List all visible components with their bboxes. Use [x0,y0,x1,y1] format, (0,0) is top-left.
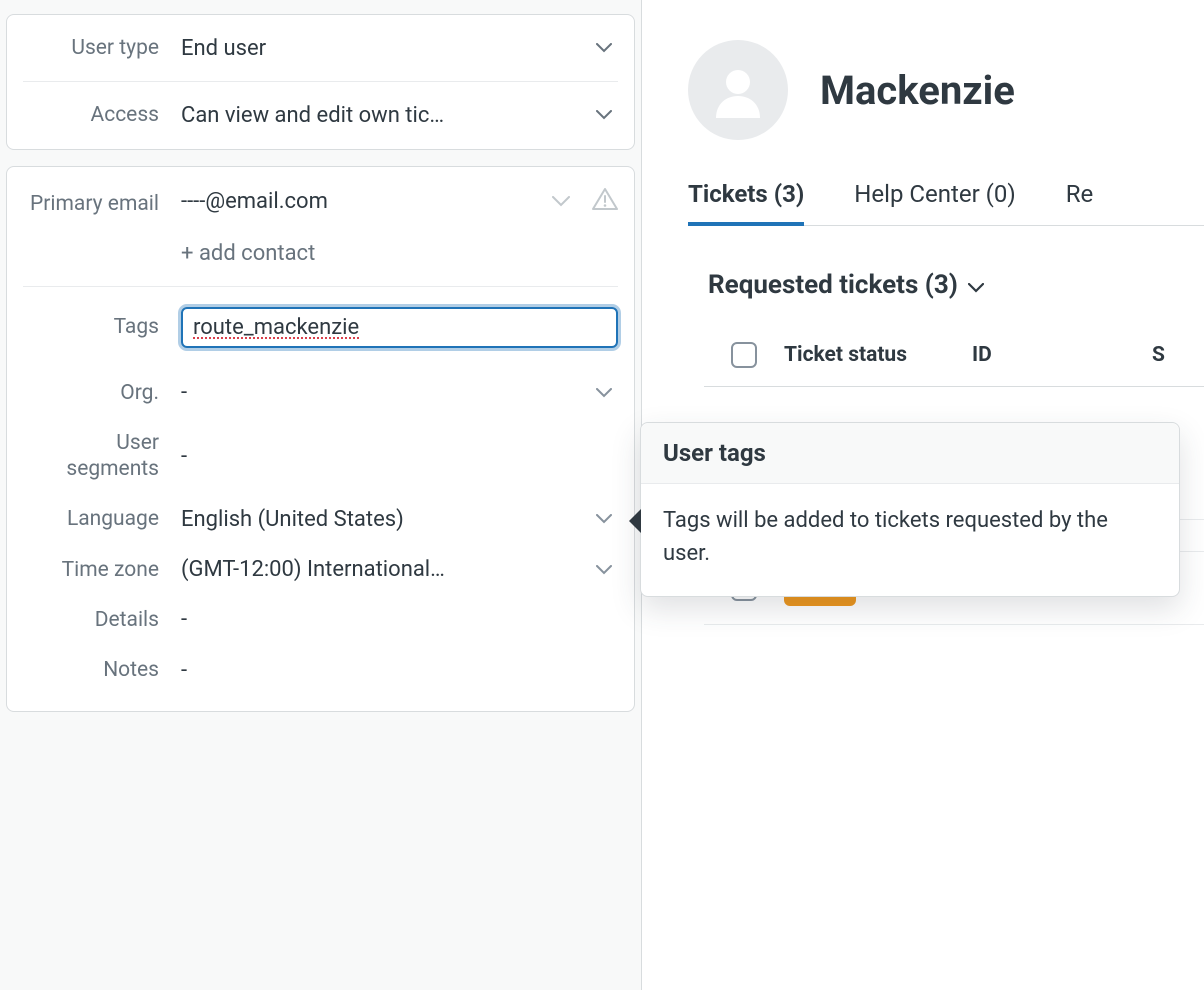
user-type-select[interactable]: End user [181,36,618,61]
column-status[interactable]: Ticket status [784,343,972,367]
tags-input[interactable] [181,307,618,348]
access-label: Access [23,102,181,128]
tickets-table-header: Ticket status ID S [704,324,1204,387]
user-identity-card: User type End user Access Can view and e… [6,14,635,150]
language-label: Language [23,506,181,532]
time-zone-value: (GMT-12:00) International… [181,557,445,582]
access-select[interactable]: Can view and edit own tic… [181,103,618,128]
add-contact-button[interactable]: + add contact [181,241,618,266]
tooltip-title: User tags [641,423,1179,484]
warning-icon [592,187,618,217]
notes-row: Notes - [23,645,618,711]
primary-email-value[interactable]: ----@email.com [181,189,328,214]
time-zone-label: Time zone [23,557,181,583]
details-row: Details - [23,595,618,645]
user-type-row: User type End user [23,15,618,81]
chevron-down-icon [596,110,612,120]
access-value: Can view and edit own tic… [181,103,444,128]
tabs: Tickets (3) Help Center (0) Re [688,180,1204,226]
primary-email-row: Primary email ----@email.com [23,167,618,286]
access-row: Access Can view and edit own tic… [23,82,618,148]
org-select[interactable]: - [181,380,618,405]
chevron-down-icon [596,565,612,575]
language-value: English (United States) [181,507,404,532]
chevron-down-icon [968,270,984,300]
requested-tickets-header[interactable]: Requested tickets (3) [708,270,1204,300]
tab-related[interactable]: Re [1066,180,1094,225]
tab-help-center[interactable]: Help Center (0) [854,180,1015,225]
user-properties-pane: User type End user Access Can view and e… [0,0,642,990]
tooltip-body: Tags will be added to tickets requested … [641,484,1179,596]
user-segments-label: User segments [23,430,181,483]
language-row: Language English (United States) [23,494,618,544]
user-segments-value: - [181,444,187,469]
chevron-down-icon[interactable] [552,196,570,208]
user-name[interactable]: Mackenzie [820,67,1015,114]
org-value: - [181,380,187,405]
requested-tickets-title: Requested tickets (3) [708,270,958,300]
user-details-card: Primary email ----@email.com [6,166,635,713]
user-header: Mackenzie [688,40,1204,140]
tags-label: Tags [23,314,181,340]
time-zone-select[interactable]: (GMT-12:00) International… [181,557,618,582]
language-select[interactable]: English (United States) [181,507,618,532]
org-label: Org. [23,380,181,406]
column-id[interactable]: ID [972,343,1152,367]
select-all-checkbox[interactable] [731,342,757,368]
details-label: Details [23,607,181,633]
tab-tickets[interactable]: Tickets (3) [688,180,804,226]
tags-row: Tags [23,287,618,368]
chevron-down-icon [596,43,612,53]
chevron-down-icon [596,388,612,398]
avatar[interactable] [688,40,788,140]
column-subject[interactable]: S [1152,343,1204,367]
details-value[interactable]: - [181,607,187,632]
user-segments-row: User segments - [23,418,618,495]
user-type-label: User type [23,35,181,61]
org-row: Org. - [23,368,618,418]
notes-label: Notes [23,657,181,683]
primary-email-label: Primary email [23,187,181,217]
user-tags-tooltip: User tags Tags will be added to tickets … [640,422,1180,597]
time-zone-row: Time zone (GMT-12:00) International… [23,545,618,595]
chevron-down-icon [596,514,612,524]
notes-value[interactable]: - [181,658,187,683]
user-type-value: End user [181,36,266,61]
